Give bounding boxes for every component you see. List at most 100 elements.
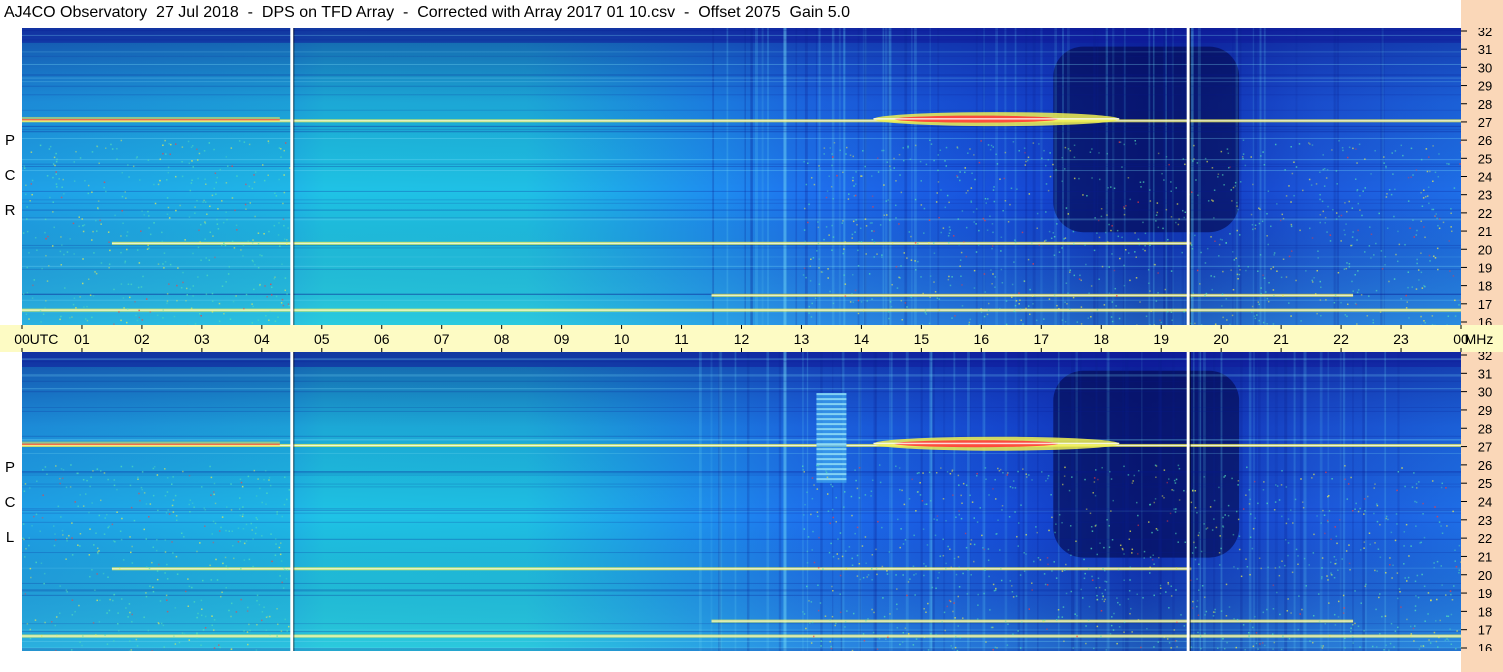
speckle [93,252,95,254]
speckle [119,530,122,533]
speckle [942,554,945,557]
speckle [193,506,195,509]
speckle [1336,183,1338,185]
speckle [1237,484,1239,486]
speckle [176,284,178,287]
speckle [1276,203,1278,205]
speckle [1437,646,1439,648]
speckle [1290,225,1293,228]
speckle [1116,295,1118,297]
vertical-streak [815,28,817,325]
speckle [845,146,848,149]
speckle [1416,258,1418,261]
speckle [949,229,952,231]
speckle [1213,217,1215,219]
speckle [1203,596,1206,598]
speckle [818,165,820,167]
speckle [1281,470,1283,472]
speckle [1014,239,1016,241]
speckle [1338,140,1340,142]
speckle [1337,271,1340,274]
speckle [878,637,881,640]
horizontal-line [22,202,1461,204]
speckle [1190,646,1193,648]
speckle [1405,294,1407,297]
speckle [1163,636,1166,639]
speckle [75,307,77,309]
speckle [811,549,813,551]
speckle [1238,273,1241,276]
speckle [133,519,136,522]
speckle [248,623,250,626]
speckle [1420,645,1422,647]
speckle [1357,229,1359,232]
speckle [196,632,198,635]
speckle [939,149,942,152]
speckle [135,314,137,317]
vertical-streak [862,28,865,325]
speckle [160,622,163,625]
speckle [1061,483,1064,486]
speckle [171,504,174,507]
speckle [245,293,248,296]
speckle [1026,159,1029,162]
speckle [831,249,833,251]
speckle [924,311,927,314]
speckle [1080,306,1083,308]
speckle [1433,255,1435,258]
speckle [1156,529,1159,531]
speckle [1341,147,1344,149]
speckle [1112,499,1114,502]
speckle [1087,619,1090,622]
speckle [1075,540,1077,543]
speckle [1227,504,1230,507]
speckle [148,227,150,229]
speckle [1191,552,1194,554]
speckle [1069,149,1072,152]
speckle [28,537,30,539]
speckle [1076,321,1079,323]
speckle [871,479,874,482]
speckle [1385,515,1388,518]
speckle [73,180,76,182]
speckle [268,230,270,233]
speckle [1044,583,1047,586]
speckle [961,305,964,307]
speckle [865,562,867,565]
speckle [1192,292,1195,295]
speckle [215,181,218,184]
speckle [827,510,830,512]
speckle [829,640,832,643]
speckle [1403,531,1406,533]
horizontal-line [22,219,1461,221]
speckle [1329,234,1332,236]
speckle [1320,314,1322,317]
speckle [52,176,54,179]
horizontal-line [22,137,1461,139]
speckle [1103,546,1105,549]
speckle [167,166,170,169]
speckle [1025,160,1027,163]
speckle [1396,260,1399,263]
speckle [1423,585,1426,588]
speckle [78,604,80,607]
speckle [230,147,233,149]
speckle [914,242,917,244]
speckle [1344,478,1346,480]
horizontal-line [22,94,1461,96]
speckle [806,562,809,564]
speckle [1192,160,1194,162]
speckle [1073,177,1076,180]
speckle [1008,516,1011,518]
speckle [1416,229,1418,232]
vertical-streak [1040,28,1043,325]
speckle [1363,547,1365,549]
speckle [1074,613,1076,615]
speckle [94,271,96,273]
speckle [837,557,840,560]
vertical-streak [1096,28,1099,325]
speckle [187,140,190,143]
speckle [1309,640,1311,642]
speckle [1386,227,1389,230]
speckle [100,223,102,225]
